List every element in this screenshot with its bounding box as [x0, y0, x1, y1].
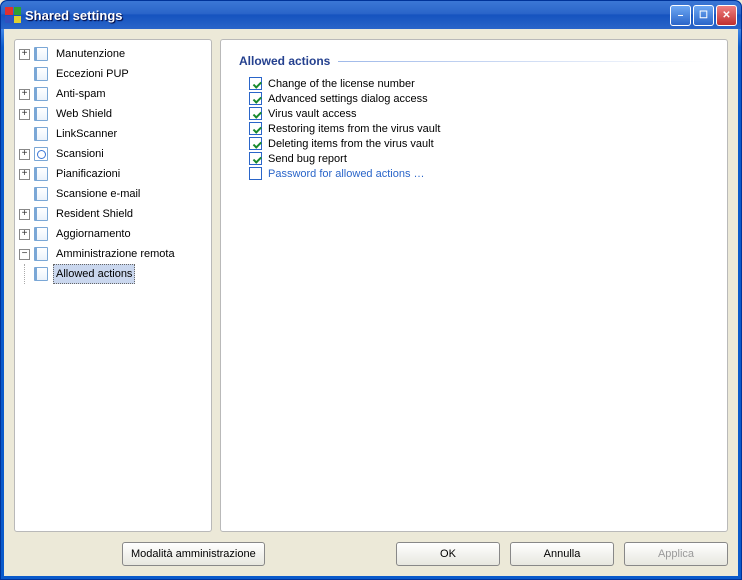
checkbox[interactable] [249, 137, 262, 150]
apply-button[interactable]: Applica [624, 542, 728, 566]
checkbox[interactable] [249, 92, 262, 105]
tree-item-anti-spam[interactable]: +Anti-spam [19, 84, 209, 104]
close-button[interactable]: ✕ [716, 5, 737, 26]
checkbox[interactable] [249, 167, 262, 180]
minimize-button[interactable]: – [670, 5, 691, 26]
checkbox-row[interactable]: Restoring items from the virus vault [239, 121, 709, 136]
tree-item-pianificazioni[interactable]: +Pianificazioni [19, 164, 209, 184]
tree-item-web-shield[interactable]: +Web Shield [19, 104, 209, 124]
checkbox[interactable] [249, 152, 262, 165]
tree-item-allowed-actions[interactable]: Allowed actions [34, 264, 209, 284]
checkbox-row[interactable]: Password for allowed actions … [239, 166, 709, 181]
checkbox-label: Deleting items from the virus vault [268, 138, 434, 150]
tree-item-amministrazione-remota[interactable]: −Amministrazione remota [19, 244, 209, 264]
tree-item-scansioni[interactable]: +Scansioni [19, 144, 209, 164]
checkbox[interactable] [249, 77, 262, 90]
tree-item-scansione-email[interactable]: Scansione e-mail [19, 184, 209, 204]
checkbox-label: Change of the license number [268, 78, 415, 90]
app-icon [5, 7, 21, 23]
checkbox-row[interactable]: Change of the license number [239, 76, 709, 91]
checkbox-label: Advanced settings dialog access [268, 93, 428, 105]
tree-item-aggiornamento[interactable]: +Aggiornamento [19, 224, 209, 244]
content-pane: Allowed actions Change of the license nu… [220, 39, 728, 532]
window: Shared settings – ☐ ✕ +Manutenzione Ecce… [0, 0, 742, 580]
ok-button[interactable]: OK [396, 542, 500, 566]
panes: +Manutenzione Eccezioni PUP +Anti-spam +… [14, 39, 728, 532]
client-area: +Manutenzione Eccezioni PUP +Anti-spam +… [4, 29, 738, 576]
checkbox-row[interactable]: Virus vault access [239, 106, 709, 121]
checkbox-label: Send bug report [268, 153, 347, 165]
admin-mode-button[interactable]: Modalità amministrazione [122, 542, 265, 566]
checkbox-label: Restoring items from the virus vault [268, 123, 440, 135]
checkbox-label: Virus vault access [268, 108, 356, 120]
window-title: Shared settings [25, 8, 670, 23]
titlebar[interactable]: Shared settings – ☐ ✕ [1, 1, 741, 29]
checkbox[interactable] [249, 122, 262, 135]
checkbox[interactable] [249, 107, 262, 120]
section-title: Allowed actions [239, 54, 709, 68]
cancel-button[interactable]: Annulla [510, 542, 614, 566]
tree-pane[interactable]: +Manutenzione Eccezioni PUP +Anti-spam +… [14, 39, 212, 532]
tree-item-manutenzione[interactable]: +Manutenzione [19, 44, 209, 64]
checkbox-row[interactable]: Deleting items from the virus vault [239, 136, 709, 151]
tree-item-resident-shield[interactable]: +Resident Shield [19, 204, 209, 224]
section-title-text: Allowed actions [239, 54, 330, 68]
checkbox-list: Change of the license number Advanced set… [239, 76, 709, 181]
window-buttons: – ☐ ✕ [670, 5, 737, 26]
button-bar: Modalità amministrazione OK Annulla Appl… [14, 532, 728, 566]
checkbox-label[interactable]: Password for allowed actions … [268, 168, 425, 180]
section-rule [338, 61, 709, 62]
checkbox-row[interactable]: Advanced settings dialog access [239, 91, 709, 106]
tree-item-eccezioni-pup[interactable]: Eccezioni PUP [19, 64, 209, 84]
tree-item-linkscanner[interactable]: LinkScanner [19, 124, 209, 144]
settings-tree[interactable]: +Manutenzione Eccezioni PUP +Anti-spam +… [17, 44, 209, 284]
maximize-button[interactable]: ☐ [693, 5, 714, 26]
checkbox-row[interactable]: Send bug report [239, 151, 709, 166]
